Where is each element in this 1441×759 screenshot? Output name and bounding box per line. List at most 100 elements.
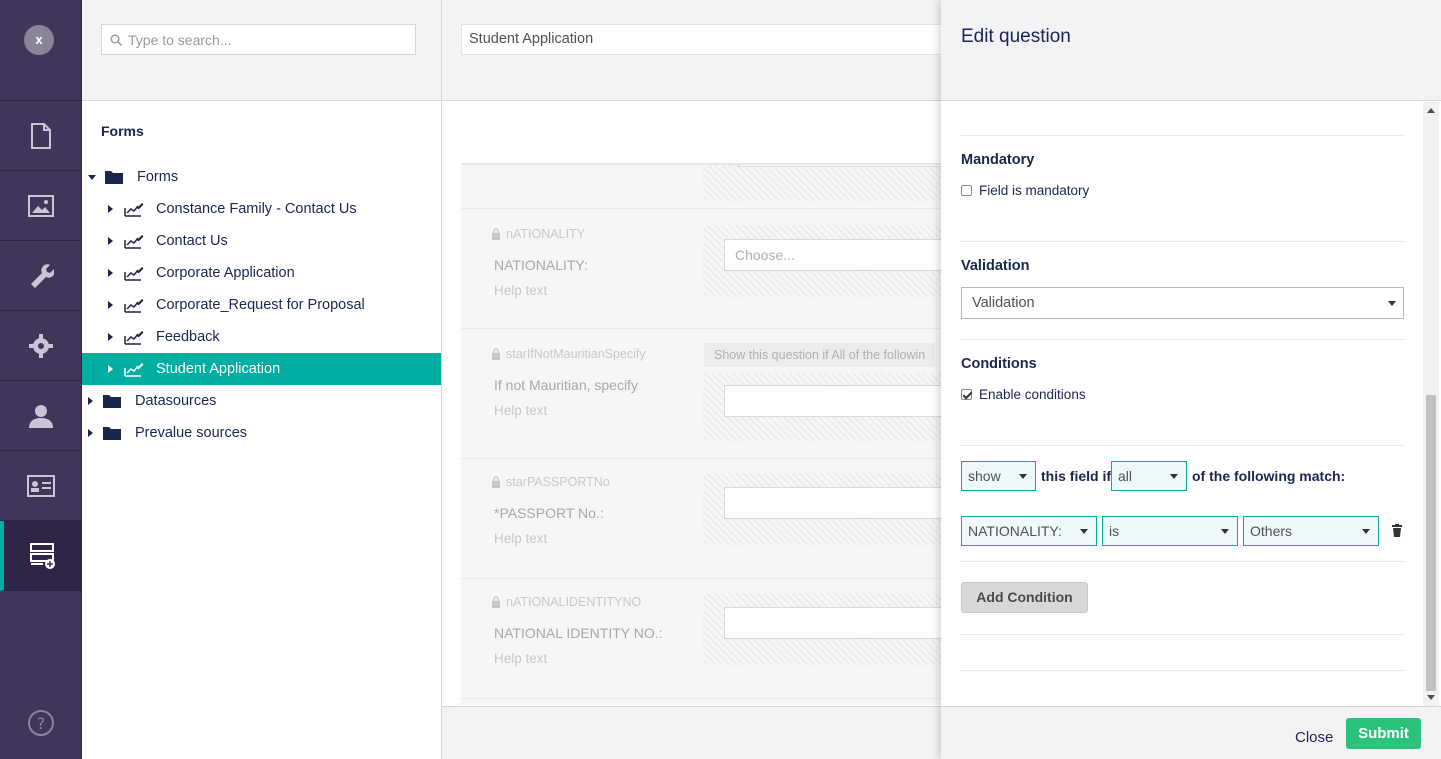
members-section[interactable] (0, 451, 81, 521)
collapse-caret-icon[interactable] (88, 174, 96, 180)
condition-summary: Show this question if All of the followi… (704, 343, 936, 367)
field-preview-input (738, 165, 951, 167)
expand-caret-icon[interactable] (88, 397, 93, 405)
rule-value-select[interactable]: Others (1243, 516, 1379, 546)
divider (961, 670, 1405, 671)
folder-icon (105, 171, 123, 184)
tree-node-form-selected[interactable]: Student Application (82, 353, 441, 385)
field-preview-input (724, 487, 944, 519)
condition-action-select[interactable]: show (961, 461, 1036, 491)
mandatory-checkbox-label: Field is mandatory (979, 183, 1090, 198)
mandatory-checkbox[interactable] (961, 185, 972, 196)
add-condition-button[interactable]: Add Condition (961, 582, 1088, 613)
alias-text: nATIONALITY (506, 227, 585, 241)
developer-section[interactable] (0, 311, 81, 381)
conditions-checkbox-row[interactable]: Enable conditions (961, 387, 1086, 402)
question-help: Help text (494, 283, 548, 298)
question-label: NATIONALITY: (494, 257, 588, 273)
member-card-icon (26, 474, 55, 497)
mandatory-checkbox-row[interactable]: Field is mandatory (961, 183, 1089, 198)
expand-caret-icon[interactable] (108, 365, 113, 373)
chevron-down-icon (1019, 474, 1027, 479)
condition-logic-select[interactable]: all (1111, 461, 1187, 491)
field-preview-area (703, 165, 951, 201)
users-section[interactable] (0, 381, 81, 451)
chevron-down-icon (1221, 529, 1229, 534)
lock-icon (492, 596, 500, 608)
expand-caret-icon[interactable] (108, 269, 113, 277)
tree-node-forms-root[interactable]: Forms (82, 161, 441, 193)
dialog-scrollbar[interactable] (1423, 102, 1439, 706)
form-editor: Student Application nATIONALITY NATIONAL… (442, 0, 951, 759)
expand-caret-icon[interactable] (108, 301, 113, 309)
question-row[interactable]: starIfNotMauritianSpecify Show this ques… (461, 329, 951, 459)
user-icon (28, 404, 53, 428)
enable-conditions-checkbox[interactable] (961, 389, 972, 400)
gear-icon (28, 333, 53, 358)
media-icon (27, 194, 54, 217)
rule-field-value: NATIONALITY: (968, 523, 1062, 539)
trash-icon[interactable] (1392, 524, 1402, 537)
validation-select[interactable]: Validation (961, 287, 1404, 319)
question-row[interactable]: starPASSPORTNo *PASSPORT No.: Help text (461, 459, 951, 579)
tree-node-form[interactable]: Corporate Application (82, 257, 441, 289)
tree-node-form[interactable]: Feedback (82, 321, 441, 353)
dialog-header: Edit question (941, 0, 1441, 101)
question-alias: starIfNotMauritianSpecify (491, 347, 646, 361)
rule-field-select[interactable]: NATIONALITY: (961, 516, 1097, 546)
question-row[interactable]: nATIONALIDENTITYNO NATIONAL IDENTITY NO.… (461, 579, 951, 699)
field-preview-select: Choose... (724, 239, 944, 271)
content-section[interactable] (0, 101, 81, 171)
forms-tree-panel: Forms Forms Constance Family - Contact U… (82, 0, 442, 759)
settings-section[interactable] (0, 241, 81, 311)
form-edit-icon (124, 267, 144, 281)
question-label: *PASSPORT No.: (494, 505, 604, 521)
scroll-up-arrow-icon[interactable] (1427, 108, 1435, 113)
app-sidebar: x ? (0, 0, 82, 759)
question-label: If not Mauritian, specify (494, 377, 638, 393)
form-edit-icon (124, 203, 144, 217)
media-section[interactable] (0, 171, 81, 241)
tree-node-form[interactable]: Contact Us (82, 225, 441, 257)
expand-caret-icon[interactable] (108, 333, 113, 341)
forms-section[interactable] (0, 521, 81, 591)
tree-node-label: Corporate_Request for Proposal (156, 297, 365, 313)
validation-label: Validation (961, 258, 1030, 274)
expand-caret-icon[interactable] (108, 237, 113, 245)
tree-node-label: Prevalue sources (135, 425, 248, 441)
form-name-input[interactable]: Student Application (461, 24, 951, 55)
rule-value-value: Others (1250, 523, 1293, 539)
enable-conditions-label: Enable conditions (979, 387, 1086, 402)
divider (961, 339, 1405, 340)
tree-title: Forms (101, 123, 144, 139)
lock-icon (492, 228, 500, 240)
form-edit-icon (124, 331, 144, 345)
help-section[interactable]: ? (0, 709, 82, 737)
expand-caret-icon[interactable] (108, 205, 113, 213)
divider (961, 135, 1405, 136)
tree: Forms Constance Family - Contact Us Cont… (82, 161, 441, 449)
tree-node-form[interactable]: Corporate_Request for Proposal (82, 289, 441, 321)
condition-text-end: of the following match: (1192, 468, 1346, 484)
rule-operator-select[interactable]: is (1102, 516, 1238, 546)
submit-button[interactable]: Submit (1346, 718, 1421, 749)
user-avatar[interactable]: x (24, 25, 54, 55)
question-row[interactable]: nATIONALITY NATIONALITY: Help text Choos… (461, 209, 951, 329)
tree-node-datasources[interactable]: Datasources (82, 385, 441, 417)
search-input[interactable] (128, 31, 398, 48)
form-edit-icon (124, 363, 144, 377)
expand-caret-icon[interactable] (88, 429, 93, 437)
validation-select-value: Validation (972, 295, 1035, 311)
divider (961, 241, 1405, 242)
close-button[interactable]: Close (1295, 729, 1333, 746)
conditions-label: Conditions (961, 356, 1037, 372)
edit-question-dialog: Edit question Mandatory Field is mandato… (941, 0, 1441, 759)
tree-node-label: Student Application (156, 361, 281, 377)
chevron-down-icon (1362, 529, 1370, 534)
scroll-down-arrow-icon[interactable] (1427, 695, 1435, 700)
scrollbar-thumb[interactable] (1426, 395, 1436, 691)
tree-node-prevalue-sources[interactable]: Prevalue sources (82, 417, 441, 449)
user-area: x (0, 0, 81, 101)
tree-node-form[interactable]: Constance Family - Contact Us (82, 193, 441, 225)
chevron-down-icon (1170, 474, 1178, 479)
